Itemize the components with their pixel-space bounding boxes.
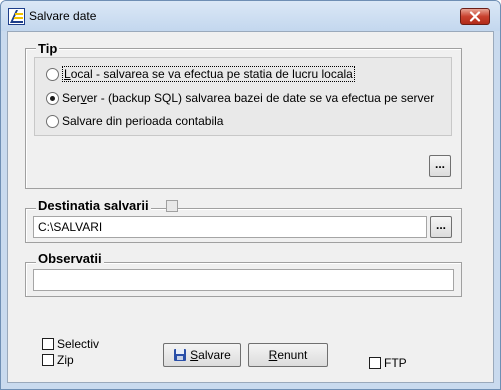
cancel-button[interactable]: Renunt xyxy=(248,343,328,367)
save-icon xyxy=(174,349,187,361)
cancel-button-label: Renunt xyxy=(268,348,308,362)
ftp-label: FTP xyxy=(384,356,407,370)
save-button-label: Salvare xyxy=(190,348,231,362)
radio-server[interactable]: Server - (backup SQL) salvarea bazei de … xyxy=(46,90,434,106)
selectiv-label: Selectiv xyxy=(57,337,100,351)
radio-server-label: Server - (backup SQL) salvarea bazei de … xyxy=(62,91,435,105)
zip-checkbox[interactable]: Zip xyxy=(42,353,74,367)
close-button[interactable] xyxy=(460,8,490,25)
radio-perioada-label: Salvare din perioada contabila xyxy=(62,114,224,128)
selectiv-box[interactable] xyxy=(42,338,54,350)
destinatie-field[interactable]: C:\SALVARI xyxy=(33,216,427,238)
zip-box[interactable] xyxy=(42,354,54,366)
observatii-group-label: Observatii xyxy=(36,251,104,266)
window-title: Salvare date xyxy=(29,9,97,23)
ftp-box[interactable] xyxy=(369,357,381,369)
app-icon xyxy=(8,8,25,25)
save-button[interactable]: Salvare xyxy=(163,343,241,367)
zip-label: Zip xyxy=(57,353,74,367)
radio-perioada[interactable]: Salvare din perioada contabila xyxy=(46,113,223,129)
radio-perioada-circle[interactable] xyxy=(46,114,59,128)
tip-group-label: Tip xyxy=(36,41,60,56)
ftp-checkbox[interactable]: FTP xyxy=(369,356,407,370)
dialog-client: Tip Local - salvarea se va efectua pe st… xyxy=(7,31,494,383)
radio-local-circle[interactable] xyxy=(46,67,59,81)
observatii-field[interactable] xyxy=(33,269,454,291)
radio-local[interactable]: Local - salvarea se va efectua pe statia… xyxy=(46,66,355,82)
title-bar[interactable]: Salvare date xyxy=(1,1,500,31)
tip-browse-button[interactable]: ... xyxy=(429,155,451,177)
destinatie-group-label: Destinatia salvarii xyxy=(36,198,151,213)
destinatie-browse-button[interactable]: ... xyxy=(430,216,452,238)
destinatie-toggle[interactable] xyxy=(166,200,178,212)
radio-server-circle[interactable] xyxy=(46,91,59,105)
radio-local-label: Local - salvarea se va efectua pe statia… xyxy=(62,66,355,82)
dialog-window: Salvare date Tip Local - salvarea se va … xyxy=(0,0,501,390)
close-icon xyxy=(469,11,481,22)
selectiv-checkbox[interactable]: Selectiv xyxy=(42,337,99,351)
